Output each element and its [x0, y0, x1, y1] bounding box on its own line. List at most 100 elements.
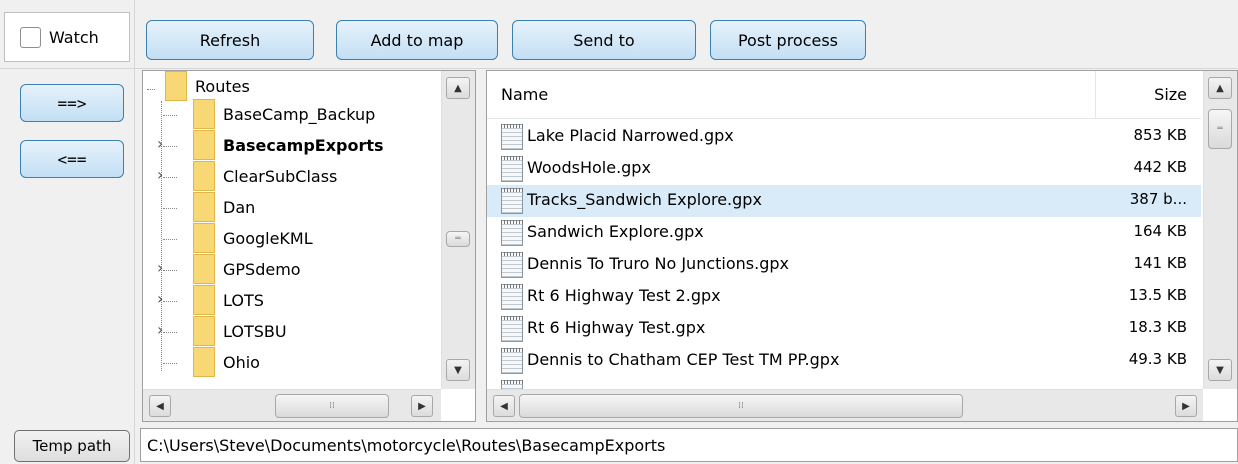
tree-item[interactable]: GPSdemo [193, 254, 301, 284]
gpx-file-icon [501, 252, 523, 278]
file-row[interactable]: WoodsHole.gpx 442 KB [487, 153, 1201, 185]
tree-connector [163, 177, 177, 178]
folder-tree[interactable]: Routes BaseCamp_Backup › BasecampExports › C… [142, 70, 476, 422]
refresh-button[interactable]: Refresh [146, 20, 314, 60]
scroll-right-arrow-icon[interactable]: ▶ [1175, 395, 1197, 417]
file-name: Sandwich Explore.gpx [527, 222, 704, 241]
tree-item-label: GoogleKML [223, 228, 313, 248]
file-list-header: Name Size [487, 71, 1201, 119]
file-row[interactable]: Dennis to Chatham CEP Test TM PP.gpx 49.3… [487, 345, 1201, 377]
tree-connector [147, 89, 155, 90]
folder-icon [193, 99, 215, 129]
gpx-file-icon [501, 188, 523, 214]
file-size: 13.5 KB [1128, 286, 1187, 304]
tree-connector [163, 146, 177, 147]
tree-item[interactable]: ClearSubClass [193, 161, 338, 191]
folder-icon [193, 223, 215, 253]
watch-label: Watch [49, 27, 99, 47]
move-left-button[interactable]: <== [20, 140, 124, 178]
scroll-thumb[interactable]: ═ [1208, 109, 1232, 149]
scroll-thumb[interactable]: ⁞⁞ [519, 394, 963, 418]
folder-icon [165, 71, 187, 101]
add-to-map-button[interactable]: Add to map [336, 20, 498, 60]
scroll-left-arrow-icon[interactable]: ◀ [149, 395, 171, 417]
folder-icon [193, 316, 215, 346]
tree-item-label: Dan [223, 197, 256, 217]
file-name: Rt 6 Highway Test.gpx [527, 318, 706, 337]
tree-item-label: BasecampExports [223, 135, 384, 155]
file-row[interactable]: Rt 6 Highway Test.gpx 18.3 KB [487, 313, 1201, 345]
tree-item[interactable]: LOTSBU [193, 316, 287, 346]
tree-item-routes[interactable]: Routes [165, 71, 250, 101]
column-header-name[interactable]: Name [501, 85, 548, 104]
tree-connector [163, 332, 177, 333]
chevron-right-icon[interactable]: › [157, 320, 163, 339]
file-name: Lake Placid Narrowed.gpx [527, 126, 734, 145]
gpx-file-icon [501, 348, 523, 374]
file-row[interactable]: Tracks_Sandwich Explore.gpx 387 b... [487, 185, 1201, 217]
tree-item-label: ClearSubClass [223, 166, 338, 186]
file-size: 853 KB [1133, 126, 1187, 144]
file-size: 164 KB [1133, 222, 1187, 240]
file-size: 141 KB [1133, 254, 1187, 272]
tree-item-label: LOTS [223, 290, 264, 310]
tree-connector [163, 301, 177, 302]
post-process-button[interactable]: Post process [710, 20, 866, 60]
file-name: WoodsHole.gpx [527, 158, 651, 177]
vertical-separator [134, 0, 135, 464]
scroll-up-arrow-icon[interactable]: ▲ [446, 77, 470, 99]
tree-item[interactable]: BaseCamp_Backup [193, 99, 375, 129]
temp-path-button[interactable]: Temp path [14, 430, 130, 462]
scroll-down-arrow-icon[interactable]: ▼ [1208, 359, 1232, 381]
column-header-size[interactable]: Size [1154, 85, 1187, 104]
folder-icon [193, 192, 215, 222]
folder-icon [193, 285, 215, 315]
tree-horizontal-scrollbar[interactable]: ◀ ⁞⁞ ▶ [143, 389, 441, 421]
scroll-left-arrow-icon[interactable]: ◀ [493, 395, 515, 417]
watch-checkbox-container[interactable]: Watch [4, 12, 130, 62]
chevron-right-icon[interactable]: › [157, 289, 163, 308]
file-row[interactable]: Lake Placid Narrowed.gpx 853 KB [487, 121, 1201, 153]
gpx-file-icon [501, 284, 523, 310]
folder-icon [193, 161, 215, 191]
path-input[interactable]: C:\Users\Steve\Documents\motorcycle\Rout… [140, 428, 1238, 462]
files-vertical-scrollbar[interactable]: ▲ ═ ▼ [1203, 71, 1237, 389]
move-right-button[interactable]: ==> [20, 84, 124, 122]
tree-item-label: GPSdemo [223, 259, 301, 279]
chevron-right-icon[interactable]: › [157, 165, 163, 184]
scroll-down-arrow-icon[interactable]: ▼ [446, 359, 470, 381]
send-to-button[interactable]: Send to [512, 20, 696, 60]
scroll-thumb[interactable]: ⁞⁞ [275, 394, 389, 418]
tree-item[interactable]: Dan [193, 192, 256, 222]
tree-vertical-scrollbar[interactable]: ▲ ═ ▼ [441, 71, 475, 389]
scroll-thumb[interactable]: ═ [446, 231, 470, 247]
folder-icon [193, 254, 215, 284]
scroll-up-arrow-icon[interactable]: ▲ [1208, 77, 1232, 99]
tree-item-label: LOTSBU [223, 321, 287, 341]
tree-item[interactable]: Ohio [193, 347, 260, 377]
file-row[interactable]: Rt 6 Highway Test 2.gpx 13.5 KB [487, 281, 1201, 313]
file-list[interactable]: Name Size Lake Placid Narrowed.gpx 853 KB… [486, 70, 1238, 422]
tree-connector [163, 115, 177, 116]
file-name: Rt 6 Highway Test 2.gpx [527, 286, 721, 305]
file-row[interactable]: Dennis To Truro No Junctions.gpx 141 KB [487, 249, 1201, 281]
tree-connector [163, 239, 177, 240]
folder-icon [193, 130, 215, 160]
tree-item[interactable]: BasecampExports [193, 130, 384, 160]
scroll-right-arrow-icon[interactable]: ▶ [411, 395, 433, 417]
column-divider[interactable] [1095, 71, 1096, 119]
tree-item[interactable]: GoogleKML [193, 223, 313, 253]
tree-item-label: Routes [195, 76, 250, 96]
file-size: 442 KB [1133, 158, 1187, 176]
watch-checkbox[interactable] [20, 26, 41, 48]
tree-item[interactable]: LOTS [193, 285, 264, 315]
gpx-file-icon [501, 316, 523, 342]
tree-connector [163, 363, 177, 364]
file-size: 387 b... [1129, 190, 1187, 208]
gpx-file-icon [501, 220, 523, 246]
chevron-right-icon[interactable]: › [157, 258, 163, 277]
files-horizontal-scrollbar[interactable]: ◀ ⁞⁞ ▶ [487, 389, 1203, 421]
file-row[interactable]: Sandwich Explore.gpx 164 KB [487, 217, 1201, 249]
chevron-right-icon[interactable]: › [157, 134, 163, 153]
tree-item-label: Ohio [223, 352, 260, 372]
